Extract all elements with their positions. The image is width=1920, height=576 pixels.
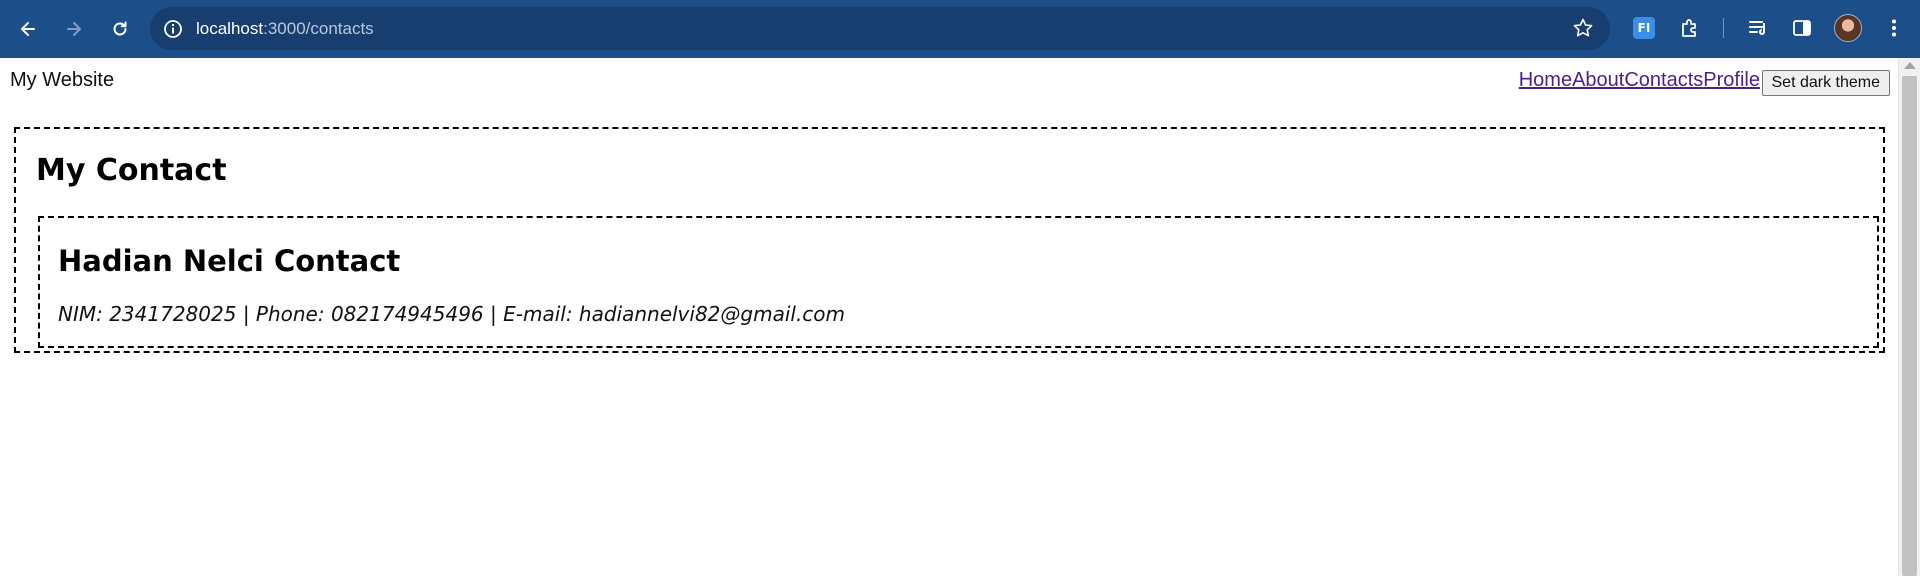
extension-fi-label: FI: [1633, 17, 1655, 39]
toolbar-divider: [1723, 18, 1724, 38]
scroll-thumb[interactable]: [1902, 76, 1917, 576]
browser-toolbar: localhost:3000/contacts FI: [0, 0, 1920, 58]
nav-link-home[interactable]: Home: [1519, 69, 1572, 92]
reload-icon[interactable]: [102, 11, 138, 47]
contact-card: Hadian Nelci Contact NIM: 2341728025 | P…: [38, 216, 1879, 348]
forward-arrow-icon[interactable]: [56, 11, 92, 47]
extension-fi-icon[interactable]: FI: [1630, 14, 1658, 42]
side-panel-icon[interactable]: [1788, 14, 1816, 42]
contact-section-title: My Contact: [36, 153, 227, 188]
contact-card-info: NIM: 2341728025 | Phone: 082174945496 | …: [58, 302, 846, 326]
bookmark-star-icon[interactable]: [1572, 17, 1594, 39]
url-host: localhost: [196, 18, 264, 38]
set-dark-theme-button[interactable]: Set dark theme: [1761, 70, 1890, 96]
address-bar[interactable]: localhost:3000/contacts: [150, 7, 1610, 50]
url-path: :3000/contacts: [263, 18, 374, 38]
profile-avatar[interactable]: [1834, 14, 1862, 42]
page-content: My Website Home About Contacts Profile S…: [0, 58, 1898, 576]
back-arrow-icon[interactable]: [10, 11, 46, 47]
url-text[interactable]: localhost:3000/contacts: [196, 19, 374, 39]
site-nav: Home About Contacts Profile: [1519, 69, 1760, 92]
site-info-icon[interactable]: [162, 18, 184, 40]
site-brand: My Website: [10, 69, 115, 91]
page-scrollbar[interactable]: [1898, 58, 1920, 576]
menu-dots-icon[interactable]: [1880, 14, 1908, 42]
nav-link-profile[interactable]: Profile: [1703, 69, 1760, 92]
scroll-up-arrow-icon[interactable]: [1904, 62, 1916, 69]
nav-link-about[interactable]: About: [1572, 69, 1624, 92]
nav-link-contacts[interactable]: Contacts: [1624, 69, 1703, 92]
reading-list-icon[interactable]: [1744, 14, 1772, 42]
site-header: My Website Home About Contacts Profile S…: [10, 68, 1890, 96]
extensions-puzzle-icon[interactable]: [1676, 14, 1704, 42]
contact-section: My Contact Hadian Nelci Contact NIM: 234…: [14, 127, 1885, 353]
contact-card-title: Hadian Nelci Contact: [58, 244, 401, 278]
